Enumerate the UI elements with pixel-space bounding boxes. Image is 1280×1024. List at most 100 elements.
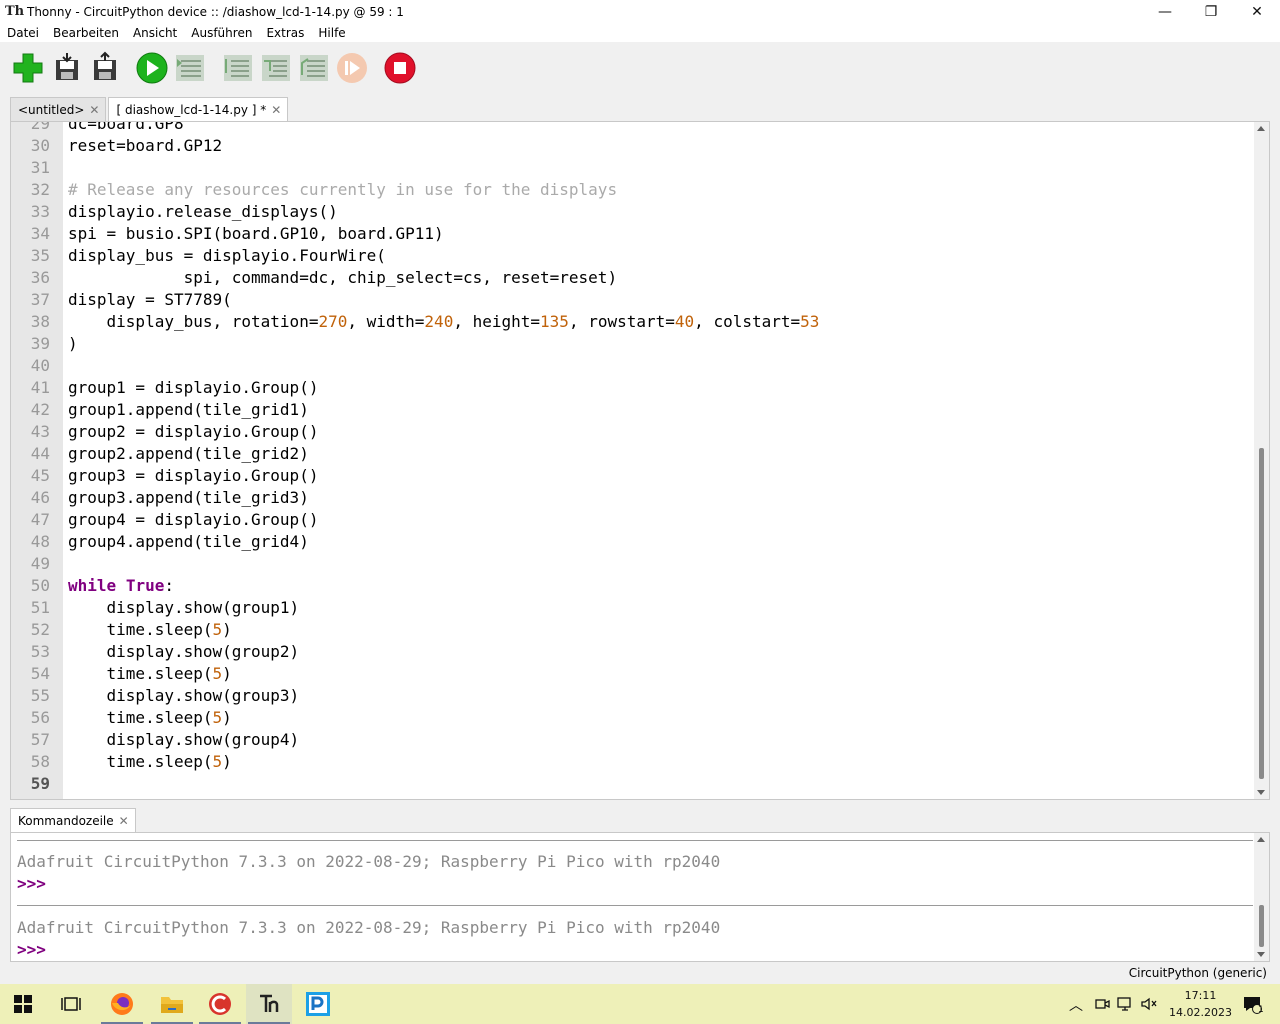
scroll-thumb[interactable]: [1259, 905, 1264, 947]
notifications-button[interactable]: 1: [1232, 984, 1272, 1024]
code-text[interactable]: time.sleep(5): [68, 619, 232, 641]
code-text[interactable]: time.sleep(5): [68, 663, 232, 685]
code-line[interactable]: 51 display.show(group1): [11, 597, 1255, 619]
code-line[interactable]: 37 display = ST7789(: [11, 289, 1255, 311]
code-text[interactable]: display.show(group3): [68, 685, 300, 707]
scroll-up-icon[interactable]: [1257, 837, 1265, 842]
code-line[interactable]: 47 group4 = displayio.Group(): [11, 509, 1255, 531]
code-line[interactable]: 42 group1.append(tile_grid1): [11, 399, 1255, 421]
code-text[interactable]: dc=board.GP8: [68, 122, 184, 135]
minimize-button[interactable]: —: [1142, 0, 1188, 24]
code-line[interactable]: 29 dc=board.GP8: [11, 122, 1255, 135]
code-line[interactable]: 52 time.sleep(5): [11, 619, 1255, 641]
menu-bearbeiten[interactable]: Bearbeiten: [46, 24, 126, 42]
code-text[interactable]: display_bus, rotation=270, width=240, he…: [68, 311, 820, 333]
code-text[interactable]: group1.append(tile_grid1): [68, 399, 309, 421]
code-line[interactable]: 43 group2 = displayio.Group(): [11, 421, 1255, 443]
clock[interactable]: 17:11 14.02.2023: [1169, 987, 1232, 1021]
code-text[interactable]: while True:: [68, 575, 174, 597]
close-button[interactable]: ✕: [1234, 0, 1280, 24]
code-line[interactable]: 33 displayio.release_displays(): [11, 201, 1255, 223]
code-line[interactable]: 39): [11, 333, 1255, 355]
meet-now-icon[interactable]: [1094, 996, 1110, 1012]
tab-kommandozeile[interactable]: Kommandozeile ✕: [10, 808, 136, 832]
taskbar-thonny[interactable]: [246, 984, 292, 1024]
code-line[interactable]: 55 display.show(group3): [11, 685, 1255, 707]
code-line[interactable]: 35 display_bus = displayio.FourWire(: [11, 245, 1255, 267]
scroll-thumb[interactable]: [1259, 447, 1264, 779]
run-button[interactable]: [135, 51, 169, 85]
code-line[interactable]: 44 group2.append(tile_grid2): [11, 443, 1255, 465]
editor-scrollbar[interactable]: [1254, 122, 1269, 799]
menu-ausfuehren[interactable]: Ausführen: [184, 24, 259, 42]
start-button[interactable]: [0, 984, 46, 1024]
menu-ansicht[interactable]: Ansicht: [126, 24, 184, 42]
code-text[interactable]: display.show(group4): [68, 729, 300, 751]
task-view-button[interactable]: [48, 984, 94, 1024]
code-line[interactable]: 46 group3.append(tile_grid3): [11, 487, 1255, 509]
menu-datei[interactable]: Datei: [0, 24, 46, 42]
save-file-button[interactable]: [88, 51, 122, 85]
code-text[interactable]: ): [68, 333, 78, 355]
code-line[interactable]: 57 display.show(group4): [11, 729, 1255, 751]
code-line[interactable]: 54 time.sleep(5): [11, 663, 1255, 685]
scroll-down-icon[interactable]: [1257, 790, 1265, 795]
code-line[interactable]: 38 display_bus, rotation=270, width=240,…: [11, 311, 1255, 333]
code-line[interactable]: 40: [11, 355, 1255, 377]
code-text[interactable]: group2.append(tile_grid2): [68, 443, 309, 465]
tab-diashow[interactable]: [ diashow_lcd-1-14.py ] * ✕: [108, 97, 289, 121]
code-text[interactable]: group3.append(tile_grid3): [68, 487, 309, 509]
maximize-button[interactable]: ❐: [1188, 0, 1234, 24]
interpreter-selector[interactable]: CircuitPython (generic): [1129, 966, 1267, 980]
code-text[interactable]: display.show(group2): [68, 641, 300, 663]
close-tab-icon[interactable]: ✕: [271, 103, 281, 117]
code-text[interactable]: group3 = displayio.Group(): [68, 465, 318, 487]
code-line[interactable]: 50 while True:: [11, 575, 1255, 597]
step-over-button[interactable]: [221, 51, 255, 85]
code-text[interactable]: display_bus = displayio.FourWire(: [68, 245, 386, 267]
menu-hilfe[interactable]: Hilfe: [311, 24, 352, 42]
code-line[interactable]: 59: [11, 773, 1255, 795]
code-line[interactable]: 56 time.sleep(5): [11, 707, 1255, 729]
shell-scrollbar[interactable]: [1254, 833, 1269, 961]
code-text[interactable]: time.sleep(5): [68, 751, 232, 773]
code-text[interactable]: time.sleep(5): [68, 707, 232, 729]
menu-extras[interactable]: Extras: [259, 24, 311, 42]
taskbar-pycharm[interactable]: [295, 984, 341, 1024]
code-text[interactable]: # Release any resources currently in use…: [68, 179, 617, 201]
code-text[interactable]: group4.append(tile_grid4): [68, 531, 309, 553]
code-text[interactable]: displayio.release_displays(): [68, 201, 338, 223]
open-file-button[interactable]: [50, 51, 84, 85]
code-line[interactable]: 32 # Release any resources currently in u…: [11, 179, 1255, 201]
taskbar-firefox[interactable]: [99, 984, 145, 1024]
code-text[interactable]: group1 = displayio.Group(): [68, 377, 318, 399]
taskbar-ccleaner[interactable]: [197, 984, 243, 1024]
code-text[interactable]: spi = busio.SPI(board.GP10, board.GP11): [68, 223, 444, 245]
shell-prompt[interactable]: >>>: [17, 939, 46, 961]
code-area[interactable]: 29 dc=board.GP8 30 reset=board.GP12 31 32 # Re…: [11, 122, 1255, 795]
volume-muted-icon[interactable]: [1140, 996, 1158, 1012]
close-tab-icon[interactable]: ✕: [119, 814, 129, 828]
shell-panel[interactable]: Adafruit CircuitPython 7.3.3 on 2022-08-…: [10, 832, 1270, 962]
close-tab-icon[interactable]: ✕: [89, 103, 99, 117]
taskbar-file-explorer[interactable]: [149, 984, 195, 1024]
code-line[interactable]: 45 group3 = displayio.Group(): [11, 465, 1255, 487]
new-file-button[interactable]: [11, 51, 45, 85]
code-line[interactable]: 48 group4.append(tile_grid4): [11, 531, 1255, 553]
code-text[interactable]: display.show(group1): [68, 597, 300, 619]
tray-chevron-icon[interactable]: ︿: [1069, 995, 1083, 1015]
tab-untitled[interactable]: <untitled> ✕: [10, 97, 107, 121]
code-line[interactable]: 41 group1 = displayio.Group(): [11, 377, 1255, 399]
code-line[interactable]: 31: [11, 157, 1255, 179]
stop-button[interactable]: [383, 51, 417, 85]
step-out-button[interactable]: [297, 51, 331, 85]
code-text[interactable]: group2 = displayio.Group(): [68, 421, 318, 443]
code-text[interactable]: reset=board.GP12: [68, 135, 222, 157]
code-line[interactable]: 30 reset=board.GP12: [11, 135, 1255, 157]
scroll-down-icon[interactable]: [1257, 952, 1265, 957]
code-line[interactable]: 49: [11, 553, 1255, 575]
code-text[interactable]: spi, command=dc, chip_select=cs, reset=r…: [68, 267, 617, 289]
code-line[interactable]: 34 spi = busio.SPI(board.GP10, board.GP11…: [11, 223, 1255, 245]
resume-button[interactable]: [335, 51, 369, 85]
step-into-button[interactable]: [259, 51, 293, 85]
